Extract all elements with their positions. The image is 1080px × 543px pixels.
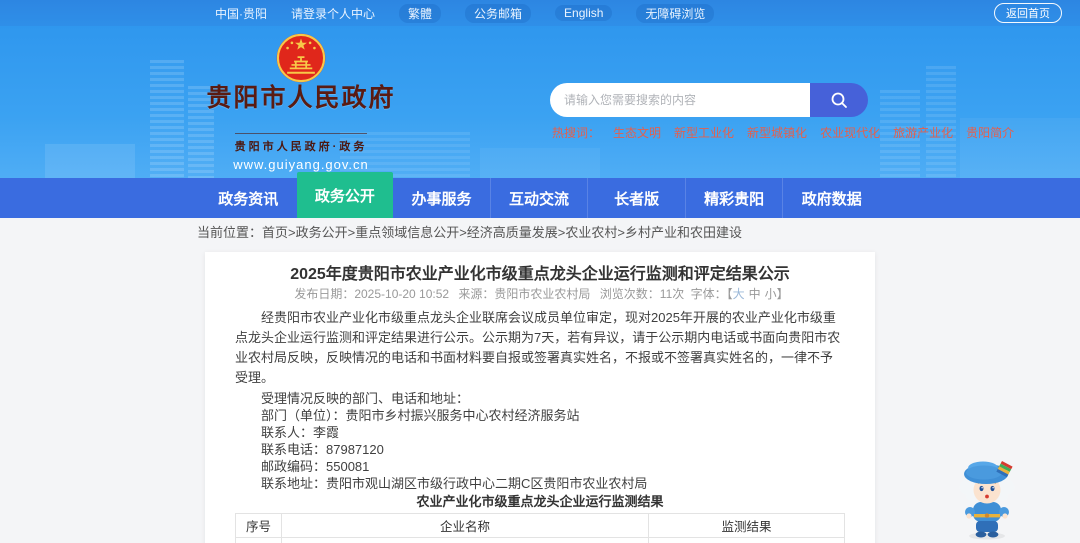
article-paragraph: 受理情况反映的部门、电话和地址：: [261, 391, 470, 406]
hot-search-term[interactable]: 农业现代化: [820, 124, 880, 141]
hot-search-label: 热搜词：: [552, 126, 601, 140]
hot-search-term[interactable]: 新型工业化: [674, 124, 734, 141]
hot-search-term[interactable]: 新型城镇化: [747, 124, 807, 141]
hot-search-term[interactable]: 贵阳简介: [966, 124, 1014, 141]
article-paragraph: 经贵阳市农业产业化市级重点龙头企业联席会议成员单位审定，现对2025年开展的农业…: [235, 310, 841, 385]
cell-result: 合格: [648, 537, 845, 543]
return-home-button[interactable]: 返回首页: [994, 3, 1062, 23]
topbar-link-traditional[interactable]: 繁體: [399, 3, 442, 23]
tab-elderly-version[interactable]: 长者版: [587, 178, 685, 218]
font-size-label: 字体：【: [690, 287, 733, 301]
hot-search-row: 热搜词： 生态文明 新型工业化 新型城镇化 农业现代化 旅游产业化 贵阳简介: [552, 124, 1014, 141]
contact-address: 联系地址：贵阳市观山湖区市级行政中心二期C区贵阳市农业农村局: [261, 476, 648, 491]
search-bar: [550, 83, 868, 117]
main-nav: 政务资讯 政务公开 办事服务 互动交流 长者版 精彩贵阳 政府数据: [0, 172, 1080, 218]
site-logo[interactable]: 贵阳市人民政府 贵阳市人民政府·政务 www.guiyang.gov.cn: [205, 32, 397, 172]
hot-search-term[interactable]: 生态文明: [613, 124, 661, 141]
header-banner: 贵阳市人民政府 贵阳市人民政府·政务 www.guiyang.gov.cn 热搜…: [0, 26, 1080, 178]
contact-department: 部门（单位）：贵阳市乡村振兴服务中心农村经济服务站: [261, 408, 580, 423]
topbar-links: 中国·贵阳 请登录个人中心 繁體 公务邮箱 English 无障碍浏览: [215, 3, 715, 23]
table-row: 1 贵州合力超市采购有限公司 合格: [235, 537, 845, 543]
publish-date: 发布日期：2025-10-20 10:52: [294, 287, 450, 301]
tab-disclosure[interactable]: 政务公开: [296, 172, 394, 218]
cell-company: 贵州合力超市采购有限公司: [281, 537, 649, 543]
article-meta: 发布日期：2025-10-20 10:52 来源：贵阳市农业农村局 浏览次数：1…: [235, 288, 845, 301]
tab-services[interactable]: 办事服务: [393, 178, 490, 218]
contact-phone: 联系电话：87987120: [261, 442, 384, 457]
topbar: 中国·贵阳 请登录个人中心 繁體 公务邮箱 English 无障碍浏览 返回首页: [0, 0, 1080, 26]
contact-person: 联系人：李霞: [261, 425, 340, 440]
mascot-character[interactable]: [954, 457, 1020, 541]
breadcrumb: 当前位置：首页>政务公开>重点领域信息公开>经济高质量发展>农业农村>乡村产业和…: [197, 222, 742, 241]
font-size-large-button[interactable]: 大: [733, 287, 745, 301]
table-caption: 农业产业化市级重点龙头企业运行监测结果: [416, 494, 664, 509]
topbar-link-china-guiyang[interactable]: 中国·贵阳: [215, 5, 267, 22]
page-root: 中国·贵阳 请登录个人中心 繁體 公务邮箱 English 无障碍浏览 返回首页: [0, 0, 1080, 543]
search-input[interactable]: [550, 83, 810, 117]
tab-gov-data[interactable]: 政府数据: [782, 178, 880, 218]
topbar-link-login[interactable]: 请登录个人中心: [291, 5, 375, 22]
magnifier-icon: [831, 92, 847, 108]
topbar-link-accessibility[interactable]: 无障碍浏览: [636, 3, 715, 23]
topbar-link-mail[interactable]: 公务邮箱: [465, 3, 532, 23]
tab-highlights[interactable]: 精彩贵阳: [684, 178, 783, 218]
font-size-label-close: 】: [776, 287, 789, 301]
search-button[interactable]: [810, 83, 868, 117]
table-header-row: 序号 企业名称 监测结果: [235, 513, 845, 538]
tab-news[interactable]: 政务资讯: [200, 178, 297, 218]
col-header-no: 序号: [235, 513, 282, 538]
monitor-table: 序号 企业名称 监测结果 1 贵州合力超市采购有限公司 合格 2 贵州友禾种业有…: [235, 513, 845, 543]
hot-search-term[interactable]: 旅游产业化: [893, 124, 953, 141]
nav-tabs: 政务资讯 政务公开 办事服务 互动交流 长者版 精彩贵阳 政府数据: [200, 172, 880, 218]
cell-no: 1: [235, 537, 282, 543]
site-subtitle: 贵阳市人民政府·政务: [234, 133, 368, 154]
page-title: 2025年度贵阳市农业产业化市级重点龙头企业运行监测和评定结果公示: [290, 266, 790, 283]
tab-interaction[interactable]: 互动交流: [489, 178, 588, 218]
site-name: 贵阳市人民政府: [206, 84, 396, 112]
contact-postcode: 邮政编码：550081: [261, 459, 370, 474]
font-size-medium-button[interactable]: 中: [749, 287, 761, 301]
breadcrumb-path[interactable]: 首页>政务公开>重点领域信息公开>经济高质量发展>农业农村>乡村产业和农田建设: [262, 225, 742, 240]
font-size-small-button[interactable]: 小: [765, 287, 777, 301]
topbar-link-english[interactable]: English: [555, 5, 613, 21]
view-count: 浏览次数：11次: [599, 287, 685, 301]
site-url: www.guiyang.gov.cn: [233, 157, 369, 172]
col-header-result: 监测结果: [648, 513, 845, 538]
col-header-company: 企业名称: [281, 513, 649, 538]
source: 来源：贵阳市农业农村局: [458, 287, 591, 301]
article-card: 2025年度贵阳市农业产业化市级重点龙头企业运行监测和评定结果公示 发布日期：2…: [205, 252, 875, 543]
breadcrumb-label: 当前位置：: [197, 225, 263, 240]
national-emblem-icon: [276, 33, 326, 83]
